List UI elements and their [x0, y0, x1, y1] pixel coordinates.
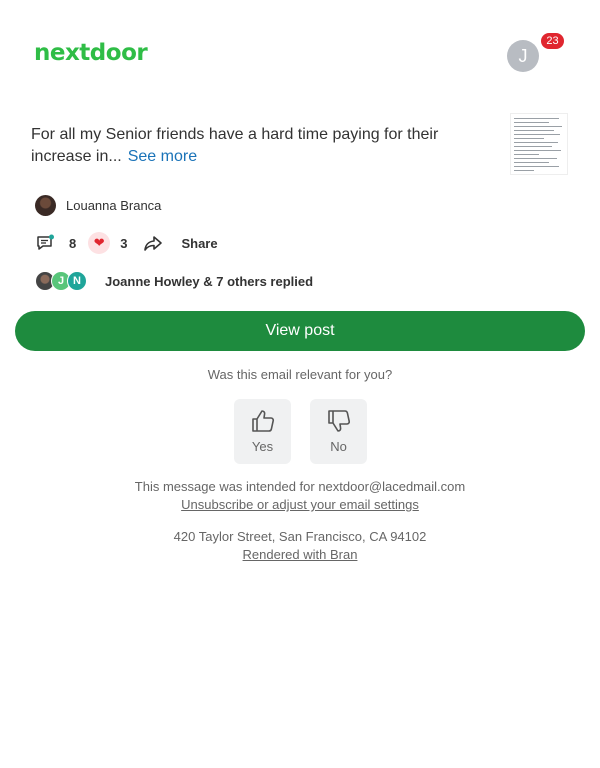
replies-summary[interactable]: J N Joanne Howley & 7 others replied — [35, 271, 313, 291]
rendered-with-link[interactable]: Rendered with Bran — [0, 547, 600, 562]
user-avatar[interactable]: J — [507, 40, 539, 72]
heart-icon: ❤ — [88, 232, 111, 254]
see-more-link[interactable]: See more — [128, 148, 197, 165]
post-preview[interactable]: For all my Senior friends have a hard ti… — [31, 124, 471, 168]
company-address: 420 Taylor Street, San Francisco, CA 941… — [173, 529, 427, 544]
no-button[interactable]: No — [310, 399, 367, 464]
reaction-count: 3 — [120, 235, 128, 251]
thumbs-down-icon — [327, 410, 350, 432]
comment-button[interactable]: 8 — [35, 233, 76, 253]
yes-label: Yes — [251, 439, 274, 454]
post-author[interactable]: Louanna Branca — [35, 195, 161, 216]
view-post-button[interactable]: View post — [15, 311, 585, 351]
reply-avatar: N — [67, 271, 87, 291]
post-actions: 8 ❤ 3 Share — [35, 232, 218, 254]
author-avatar — [35, 195, 56, 216]
thumbs-up-icon — [251, 410, 274, 432]
relevance-question: Was this email relevant for you? — [207, 367, 393, 382]
post-text: For all my Senior friends have a hard ti… — [31, 126, 439, 165]
nextdoor-logo[interactable]: nextdoor — [34, 40, 148, 66]
notification-badge: 23 — [541, 33, 564, 49]
share-icon — [144, 236, 163, 251]
share-button[interactable]: Share — [143, 233, 218, 253]
unsubscribe-link[interactable]: Unsubscribe or adjust your email setting… — [0, 497, 600, 512]
author-name: Louanna Branca — [66, 198, 162, 213]
comment-icon — [37, 234, 54, 250]
post-thumbnail[interactable] — [510, 113, 568, 175]
replies-text: Joanne Howley & 7 others replied — [105, 273, 314, 289]
share-label: Share — [181, 235, 218, 251]
avatar-initial: J — [507, 40, 539, 72]
yes-button[interactable]: Yes — [234, 399, 291, 464]
reaction-button[interactable]: ❤ 3 — [88, 232, 127, 254]
intended-recipient: This message was intended for nextdoor@l… — [134, 479, 466, 494]
no-label: No — [330, 439, 347, 454]
comment-count: 8 — [69, 235, 77, 251]
